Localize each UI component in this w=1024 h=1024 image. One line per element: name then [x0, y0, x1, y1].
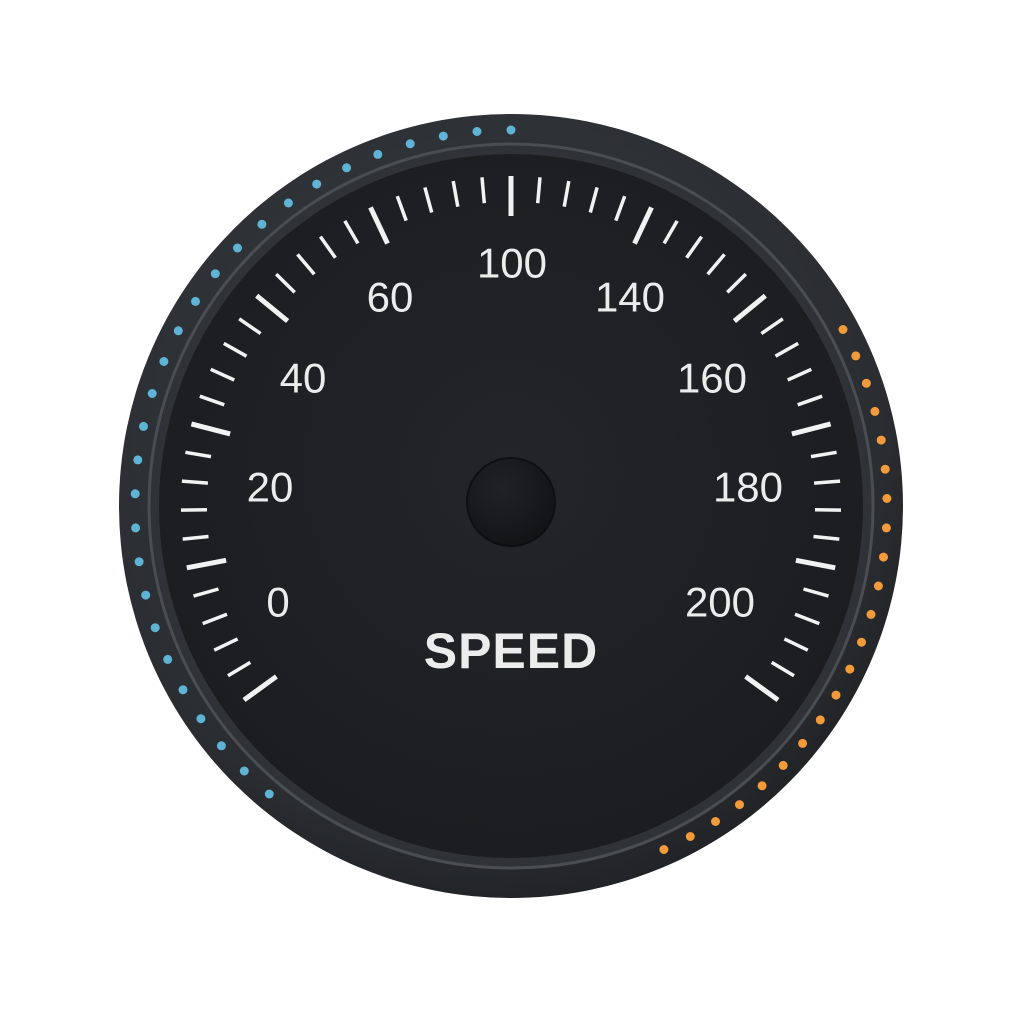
led-dot-cool: [373, 149, 383, 159]
led-dot-cool: [134, 557, 144, 567]
scale-label-160: 160: [677, 355, 747, 402]
led-dot-cool: [139, 421, 148, 431]
led-dot-cool: [178, 685, 188, 695]
led-dot-cool: [210, 269, 220, 279]
led-dot-warm: [778, 760, 788, 770]
led-dot-cool: [506, 125, 516, 135]
minor-tick: [535, 177, 542, 204]
led-dot-cool: [239, 766, 249, 776]
scale-label-140: 140: [595, 274, 665, 321]
led-dot-warm: [866, 609, 876, 619]
led-dot-warm: [880, 464, 890, 474]
led-dot-warm: [882, 494, 892, 503]
led-dot-warm: [735, 800, 744, 810]
led-dot-warm: [881, 523, 891, 533]
led-dot-warm: [845, 664, 855, 674]
speed-gauge: 0 20 40 60 100 140 160 180 200 SPEED: [119, 114, 903, 898]
led-dot-cool: [283, 198, 293, 208]
led-dot-cool: [131, 523, 141, 533]
led-dot-cool: [191, 296, 200, 306]
led-dot-cool: [133, 455, 143, 465]
led-dot-cool: [216, 741, 226, 751]
led-dot-warm: [876, 435, 886, 445]
led-dot-cool: [150, 623, 160, 633]
led-dot-cool: [257, 219, 267, 229]
scale-label-20: 20: [247, 464, 294, 511]
minor-tick: [480, 177, 487, 204]
scale-label-180: 180: [713, 464, 783, 511]
scale-label-60: 60: [367, 274, 414, 321]
led-dot-warm: [838, 325, 848, 334]
scale-label-40: 40: [280, 355, 327, 402]
led-dot-cool: [312, 179, 322, 189]
led-dot-warm: [870, 406, 880, 416]
led-dot-cool: [141, 590, 151, 600]
led-dot-warm: [711, 817, 720, 826]
led-dot-cool: [163, 654, 173, 664]
minor-tick: [181, 479, 209, 485]
led-dot-warm: [861, 378, 871, 388]
led-dot-warm: [815, 715, 825, 725]
led-dot-cool: [173, 326, 183, 336]
led-dot-warm: [659, 845, 669, 854]
scale-label-200: 200: [685, 579, 755, 626]
led-dot-cool: [147, 389, 157, 398]
minor-tick: [813, 479, 841, 485]
led-dot-warm: [879, 552, 888, 562]
led-dot-cool: [472, 127, 482, 136]
led-dot-warm: [757, 781, 767, 791]
led-dot-warm: [873, 581, 883, 591]
led-dot-cool: [405, 139, 415, 149]
led-dot-warm: [831, 690, 841, 700]
scale-label-0: 0: [266, 579, 289, 626]
gauge-title: SPEED: [424, 623, 599, 679]
led-dot-cool: [130, 489, 140, 499]
led-dot-cool: [159, 357, 169, 366]
led-dot-cool: [342, 163, 352, 173]
led-dot-cool: [264, 789, 274, 799]
led-dot-warm: [685, 832, 695, 841]
led-dot-cool: [438, 131, 448, 141]
led-dot-warm: [798, 738, 808, 748]
led-dot-cool: [233, 243, 242, 253]
led-dot-warm: [857, 637, 866, 647]
scale-label-100: 100: [477, 240, 547, 287]
center-hub: [466, 457, 556, 547]
led-dot-warm: [851, 351, 861, 361]
led-dot-cool: [196, 714, 206, 724]
